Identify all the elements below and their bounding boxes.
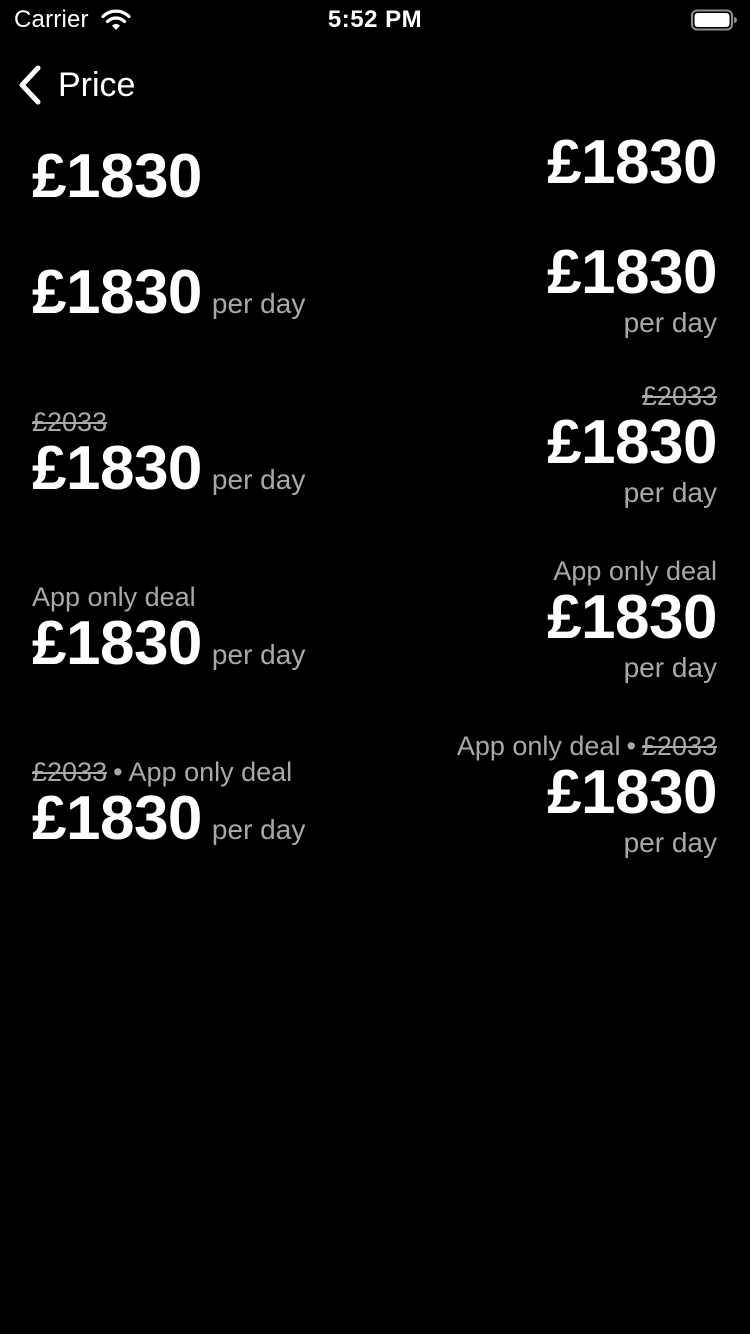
price-unit: per day <box>211 288 306 319</box>
separator-dot: • <box>626 731 636 761</box>
price-row-discounted: £2033 £1830 per day £2033 £1830 per day <box>32 380 717 528</box>
price-right-aligned: App only deal • £2033 £1830 per day <box>456 730 718 860</box>
price-amount: £1830 <box>32 258 202 327</box>
price-amount: £1830 <box>547 583 717 652</box>
price-unit: per day <box>211 639 306 670</box>
price-amount: £1830 <box>547 408 717 477</box>
deal-label: App only deal <box>32 582 196 612</box>
was-price: £2033 <box>32 407 108 437</box>
price-unit: per day <box>623 307 717 338</box>
price-right-aligned: App only deal £1830 per day <box>547 555 717 685</box>
clock: 5:52 PM <box>327 6 423 33</box>
price-left-aligned: £2033 £1830 per day <box>32 406 305 500</box>
price-right-aligned: £1830 <box>547 132 717 194</box>
price-left-aligned: £1830 per day <box>32 262 305 324</box>
deal-label: App only deal <box>456 731 621 761</box>
back-label: Price <box>58 65 136 104</box>
price-amount: £1830 <box>32 609 202 678</box>
price-amount: £1830 <box>32 434 202 503</box>
navigation-bar: Price <box>0 50 750 120</box>
back-button[interactable]: Price <box>14 62 135 108</box>
price-unit: per day <box>623 477 717 508</box>
price-unit: per day <box>623 827 717 858</box>
deal-label: App only deal <box>553 556 717 586</box>
price-unit: per day <box>211 464 306 495</box>
price-row-discounted-app-deal: £2033 • App only deal £1830 per day App onl… <box>32 730 717 878</box>
chevron-left-icon <box>19 65 41 105</box>
price-amount: £1830 <box>547 238 717 307</box>
status-bar: Carrier 5:52 PM <box>0 0 750 40</box>
deal-label: App only deal <box>128 757 293 787</box>
battery-icon <box>691 9 737 31</box>
was-price: £2033 <box>641 381 717 411</box>
price-row-app-deal: App only deal £1830 per day App only deal… <box>32 555 717 703</box>
price-unit: per day <box>623 652 717 683</box>
price-left-aligned: App only deal £1830 per day <box>32 581 305 675</box>
separator-dot: • <box>113 757 123 787</box>
was-price: £2033 <box>641 731 717 761</box>
price-unit: per day <box>211 814 306 845</box>
price-left-aligned: £1830 <box>32 146 202 208</box>
price-amount: £1830 <box>547 128 717 197</box>
price-amount: £1830 <box>32 784 202 853</box>
price-row-plain: £1830 £1830 <box>32 132 717 208</box>
price-amount: £1830 <box>547 758 717 827</box>
price-right-aligned: £2033 £1830 per day <box>547 380 717 510</box>
price-left-aligned: £2033 • App only deal £1830 per day <box>32 756 305 850</box>
price-row-per-day: £1830 per day £1830 per day <box>32 242 717 354</box>
price-right-aligned: £1830 per day <box>547 242 717 340</box>
was-price: £2033 <box>32 757 108 787</box>
price-amount: £1830 <box>32 142 202 211</box>
